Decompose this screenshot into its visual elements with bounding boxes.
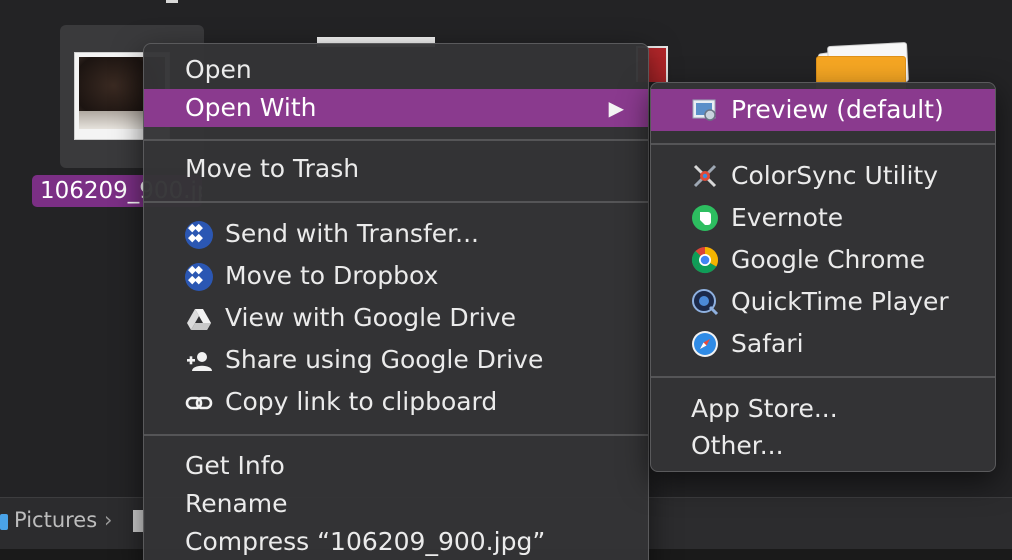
menu-item-label: Share using Google Drive: [225, 345, 544, 374]
submenu-item-preview[interactable]: Preview (default): [651, 89, 995, 131]
dropbox-icon: [185, 221, 213, 249]
menu-separator: [144, 434, 648, 436]
menu-item-label: Move to Dropbox: [225, 261, 439, 290]
menu-item-send-with-transfer[interactable]: Send with Transfer...: [144, 215, 648, 253]
menu-item-open[interactable]: Open: [144, 51, 648, 89]
submenu-item-label: ColorSync Utility: [731, 161, 939, 190]
link-icon: [185, 396, 213, 410]
submenu-arrow-icon: ▶: [608, 96, 624, 120]
menu-item-get-info[interactable]: Get Info: [144, 447, 648, 485]
submenu-item-evernote[interactable]: Evernote: [651, 197, 995, 239]
menu-item-label: Move to Trash: [185, 154, 360, 183]
submenu-item-other[interactable]: Other...: [651, 425, 995, 467]
menu-item-view-google-drive[interactable]: View with Google Drive: [144, 299, 648, 337]
menu-item-label: View with Google Drive: [225, 303, 517, 332]
submenu-item-label: Preview (default): [731, 95, 944, 124]
menu-item-move-to-dropbox[interactable]: Move to Dropbox: [144, 257, 648, 295]
context-menu: Open Open With ▶ Move to Trash Send with…: [143, 43, 649, 560]
quicktime-icon: [692, 289, 719, 316]
open-with-submenu: Preview (default) ColorSync Utility Ever…: [650, 82, 996, 472]
menu-separator: [651, 376, 995, 378]
menu-separator: [651, 143, 995, 145]
submenu-item-google-chrome[interactable]: Google Chrome: [651, 239, 995, 281]
menu-separator: [144, 139, 648, 141]
submenu-item-label: Evernote: [731, 203, 844, 232]
menu-separator: [144, 201, 648, 203]
safari-icon: [692, 331, 718, 357]
submenu-item-label: App Store...: [691, 394, 838, 423]
submenu-item-label: Safari: [731, 329, 804, 358]
menu-item-compress[interactable]: Compress “106209_900.jpg”: [144, 523, 648, 560]
menu-item-label: Send with Transfer...: [225, 219, 479, 248]
menu-item-copy-link[interactable]: Copy link to clipboard: [144, 383, 648, 421]
colorsync-icon: [693, 164, 717, 188]
submenu-item-label: Other...: [691, 431, 784, 460]
dropbox-icon: [185, 263, 213, 291]
folder-icon: [0, 514, 8, 530]
preview-app-icon: [692, 99, 716, 121]
add-person-icon: [187, 352, 212, 371]
menu-item-label: Open: [185, 55, 252, 84]
path-item-pictures[interactable]: Pictures: [14, 508, 97, 532]
text-cursor: [166, 0, 178, 3]
photos-icon[interactable]: [808, 40, 920, 94]
submenu-item-colorsync[interactable]: ColorSync Utility: [651, 155, 995, 197]
menu-item-label: Compress “106209_900.jpg”: [185, 527, 546, 556]
chrome-icon: [691, 247, 719, 274]
submenu-item-label: Google Chrome: [731, 245, 926, 274]
evernote-icon: [692, 205, 718, 231]
menu-item-label: Rename: [185, 489, 288, 518]
menu-item-label: Copy link to clipboard: [225, 387, 498, 416]
menu-item-share-google-drive[interactable]: Share using Google Drive: [144, 341, 648, 379]
menu-item-label: Open With: [185, 93, 317, 122]
submenu-item-quicktime[interactable]: QuickTime Player: [651, 281, 995, 323]
submenu-item-safari[interactable]: Safari: [651, 323, 995, 365]
path-chevron-icon: ›: [104, 508, 113, 532]
menu-item-open-with[interactable]: Open With ▶: [144, 89, 648, 127]
google-drive-icon: [187, 309, 211, 330]
menu-item-move-to-trash[interactable]: Move to Trash: [144, 150, 648, 188]
submenu-item-label: QuickTime Player: [731, 287, 949, 316]
menu-item-rename[interactable]: Rename: [144, 485, 648, 523]
submenu-item-app-store[interactable]: App Store...: [651, 388, 995, 430]
menu-item-label: Get Info: [185, 451, 285, 480]
